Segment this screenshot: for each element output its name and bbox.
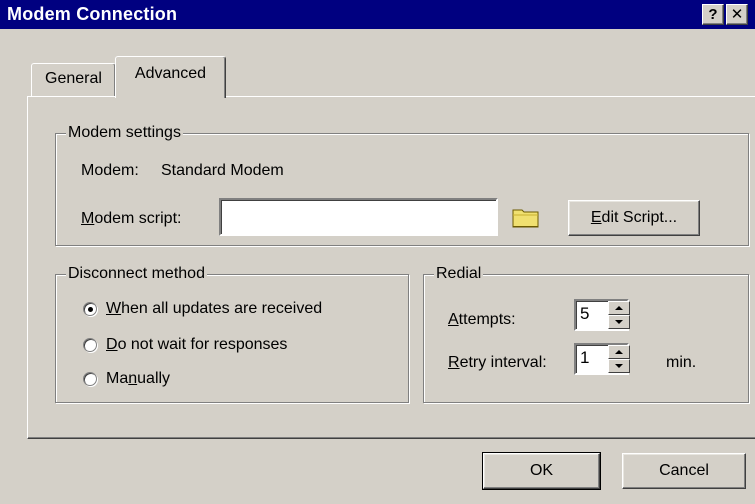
edit-script-accel: E: [590, 209, 602, 226]
modem-settings-legend: Modem settings: [66, 123, 183, 143]
folder-icon[interactable]: [512, 206, 540, 228]
radio-label: Manually: [106, 369, 170, 389]
redial-group: Redial Attempts: 5 Retry interval: 1 min…: [423, 264, 749, 403]
disconnect-method-legend: Disconnect method: [66, 264, 207, 284]
radio-do-not-wait[interactable]: Do not wait for responses: [83, 335, 287, 355]
ok-button[interactable]: OK: [482, 452, 601, 490]
edit-script-rest: dit Script...: [601, 209, 678, 226]
spin-down-icon[interactable]: [608, 315, 630, 329]
tab-general[interactable]: General: [31, 63, 116, 97]
modem-value: Standard Modem: [161, 162, 284, 179]
modem-script-label-accel: M: [81, 210, 95, 227]
radio-button[interactable]: [83, 338, 97, 352]
radio-label-accel: W: [106, 300, 122, 317]
radio-label-rest: hen all updates are received: [121, 300, 323, 317]
retry-interval-spinner[interactable]: [608, 345, 630, 373]
retry-interval-label: Retry interval:: [448, 353, 547, 373]
radio-label-accel: D: [106, 336, 118, 353]
attempts-label: Attempts:: [448, 310, 516, 330]
attempts-rest: ttempts:: [458, 311, 516, 328]
radio-label-pre: Ma: [106, 370, 129, 387]
spin-up-icon[interactable]: [608, 301, 630, 315]
radio-label: When all updates are received: [106, 299, 322, 319]
radio-manually[interactable]: Manually: [83, 369, 170, 389]
redial-legend: Redial: [434, 264, 484, 284]
help-button[interactable]: ?: [702, 4, 724, 25]
radio-button[interactable]: [83, 372, 97, 386]
tab-panel-advanced: Modem settings Modem: Standard Modem Mod…: [27, 96, 755, 439]
spin-down-icon[interactable]: [608, 359, 630, 373]
modem-script-input[interactable]: [219, 198, 498, 236]
attempts-accel: A: [448, 311, 459, 328]
attempts-spinner[interactable]: [608, 301, 630, 329]
radio-when-all-updates[interactable]: When all updates are received: [83, 299, 322, 319]
edit-script-button[interactable]: Edit Script...: [568, 200, 700, 236]
retry-interval-rest: etry interval:: [459, 354, 547, 371]
radio-label-rest: o not wait for responses: [117, 336, 288, 353]
title-bar: Modem Connection ? ✕: [0, 0, 755, 29]
retry-interval-unit: min.: [666, 354, 697, 371]
retry-interval-accel: R: [448, 354, 460, 371]
close-button[interactable]: ✕: [726, 4, 748, 25]
cancel-button[interactable]: Cancel: [622, 453, 746, 489]
modem-script-label-rest: odem script:: [94, 210, 182, 227]
radio-label: Do not wait for responses: [106, 335, 287, 355]
modem-settings-group: Modem settings Modem: Standard Modem Mod…: [55, 123, 749, 246]
modem-script-label: Modem script:: [81, 209, 181, 229]
disconnect-method-group: Disconnect method When all updates are r…: [55, 264, 409, 403]
modem-label: Modem:: [81, 162, 139, 179]
window-title: Modem Connection: [7, 4, 178, 24]
radio-label-rest: ually: [137, 370, 171, 387]
radio-label-accel: n: [128, 370, 138, 387]
tab-advanced[interactable]: Advanced: [115, 56, 226, 100]
spin-up-icon[interactable]: [608, 345, 630, 359]
radio-button-checked[interactable]: [83, 302, 97, 316]
